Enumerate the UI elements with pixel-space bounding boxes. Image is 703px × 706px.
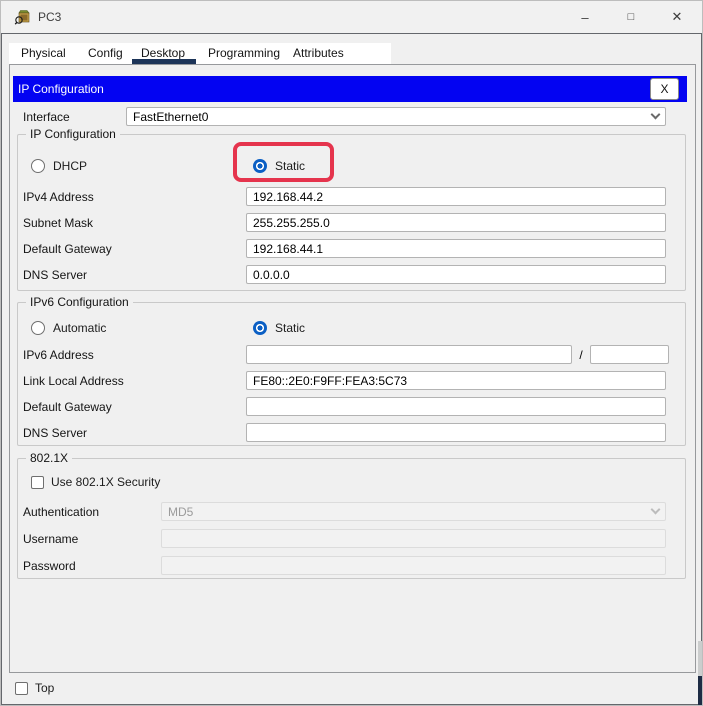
radio-icon [31,321,45,335]
interface-dropdown[interactable]: FastEthernet0 [126,107,666,126]
chevron-down-icon [651,110,661,120]
tab-config[interactable]: Config [88,43,123,64]
dhcp-radio-label: DHCP [53,159,87,173]
tab-programming[interactable]: Programming [208,43,280,64]
authentication-row: Authentication MD5 [23,502,666,521]
dot1x-legend: 802.1X [26,451,72,465]
dns-server-value: 0.0.0.0 [253,268,290,282]
scrollbar-thumb-fragment [698,676,703,706]
tab-bar: Physical Config Desktop Programming Attr… [9,43,391,64]
interface-label: Interface [23,110,126,124]
radio-checked-icon [253,159,267,173]
use-8021x-security-checkbox[interactable]: Use 802.1X Security [31,475,160,489]
ipv4-address-row: IPv4 Address 192.168.44.2 [23,187,666,206]
dhcp-radio[interactable]: DHCP [31,157,87,175]
ipv6-address-input[interactable] [246,345,572,364]
link-local-address-label: Link Local Address [23,374,246,388]
ip-configuration-legend: IP Configuration [26,127,120,141]
default-gateway-value: 192.168.44.1 [253,242,323,256]
tab-physical[interactable]: Physical [21,43,66,64]
maximize-button[interactable]: □ [608,1,654,33]
ipv6-automatic-radio-label: Automatic [53,321,106,335]
close-button[interactable]: ✕ [654,1,700,33]
username-input [161,529,666,548]
use-8021x-security-label: Use 802.1X Security [51,475,160,489]
window-controls: – □ ✕ [562,1,700,33]
prefix-separator: / [572,348,590,362]
pc3-window: PC3 – □ ✕ Physical Config Desktop Progra… [0,0,703,706]
dns-server-label: DNS Server [23,268,246,282]
dialog-title: IP Configuration [18,82,104,96]
top-checkbox-label: Top [35,681,54,695]
default-gateway-label: Default Gateway [23,242,246,256]
dialog-close-button[interactable]: X [650,78,679,100]
authentication-label: Authentication [23,505,161,519]
checkbox-icon [15,682,28,695]
subnet-mask-value: 255.255.255.0 [253,216,330,230]
ipv4-address-label: IPv4 Address [23,190,246,204]
ipv4-static-radio-label: Static [275,159,305,173]
ipv6-default-gateway-input[interactable] [246,397,666,416]
ipv6-default-gateway-row: Default Gateway [23,397,666,416]
ipv6-configuration-legend: IPv6 Configuration [26,295,133,309]
radio-checked-icon [253,321,267,335]
dns-server-row: DNS Server 0.0.0.0 [23,265,666,284]
ip-configuration-header: IP Configuration [13,76,687,102]
ipv6-address-label: IPv6 Address [23,348,246,362]
ipv6-default-gateway-label: Default Gateway [23,400,246,414]
authentication-dropdown: MD5 [161,502,666,521]
ipv6-automatic-radio[interactable]: Automatic [31,319,106,337]
link-local-address-value: FE80::2E0:F9FF:FEA3:5C73 [253,374,407,388]
ipv4-static-radio[interactable]: Static [253,157,305,175]
scrollbar-track-fragment [698,641,703,676]
chevron-down-icon [651,505,661,515]
default-gateway-row: Default Gateway 192.168.44.1 [23,239,666,258]
tab-attributes[interactable]: Attributes [293,43,344,64]
password-input [161,556,666,575]
ipv6-dns-server-input[interactable] [246,423,666,442]
link-local-address-input[interactable]: FE80::2E0:F9FF:FEA3:5C73 [246,371,666,390]
ipv6-dns-server-label: DNS Server [23,426,246,440]
username-row: Username [23,529,666,548]
ipv6-dns-server-row: DNS Server [23,423,666,442]
ipv6-address-row: IPv6 Address / [23,345,666,364]
radio-icon [31,159,45,173]
interface-value: FastEthernet0 [133,110,208,124]
password-label: Password [23,559,161,573]
subnet-mask-label: Subnet Mask [23,216,246,230]
ipv6-prefix-input[interactable] [590,345,669,364]
packet-tracer-icon [14,9,31,26]
password-row: Password [23,556,666,575]
interface-row: Interface FastEthernet0 [23,107,666,126]
ipv4-address-input[interactable]: 192.168.44.2 [246,187,666,206]
top-checkbox[interactable]: Top [15,681,54,695]
subnet-mask-input[interactable]: 255.255.255.0 [246,213,666,232]
ipv4-address-value: 192.168.44.2 [253,190,323,204]
link-local-address-row: Link Local Address FE80::2E0:F9FF:FEA3:5… [23,371,666,390]
ipv6-static-radio-label: Static [275,321,305,335]
default-gateway-input[interactable]: 192.168.44.1 [246,239,666,258]
dns-server-input[interactable]: 0.0.0.0 [246,265,666,284]
minimize-button[interactable]: – [562,1,608,33]
subnet-mask-row: Subnet Mask 255.255.255.0 [23,213,666,232]
authentication-value: MD5 [168,505,193,519]
window-title: PC3 [38,10,61,24]
checkbox-icon [31,476,44,489]
ipv6-static-radio[interactable]: Static [253,319,305,337]
username-label: Username [23,532,161,546]
